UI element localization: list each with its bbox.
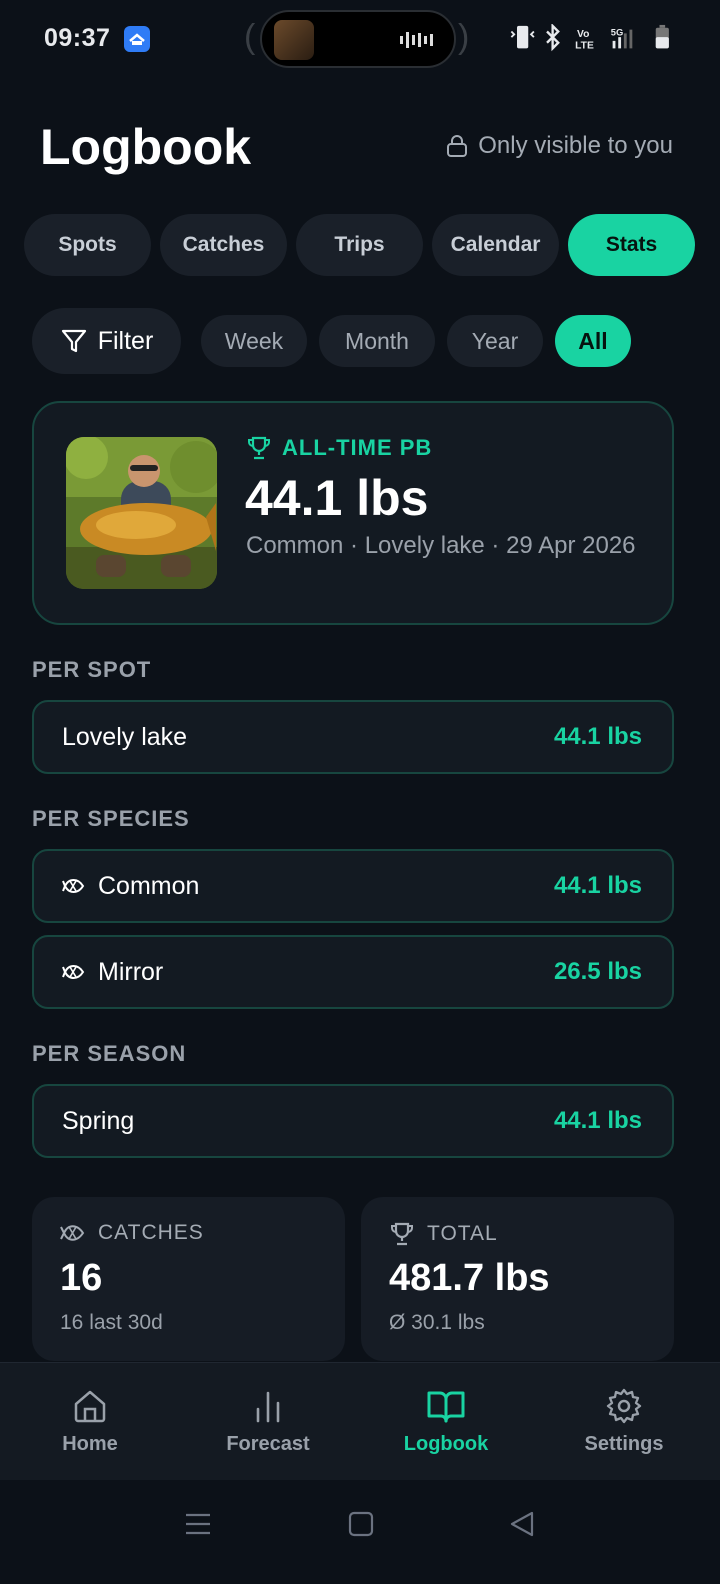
period-all[interactable]: All xyxy=(555,315,631,367)
lock-icon xyxy=(447,135,468,157)
volte-label: Vo xyxy=(577,29,589,40)
page-title: Logbook xyxy=(40,119,252,175)
species-name: Mirror xyxy=(98,957,164,986)
pb-weight: 44.1 lbs xyxy=(245,470,429,526)
spot-row[interactable]: Lovely lake 44.1 lbs xyxy=(32,700,674,774)
pb-label-row: ALL-TIME PB xyxy=(246,435,432,461)
home-square-icon[interactable] xyxy=(347,1510,375,1538)
svg-text:5G: 5G xyxy=(611,27,624,37)
nav-settings[interactable]: Settings xyxy=(534,1363,714,1481)
nav-forecast[interactable]: Forecast xyxy=(178,1363,358,1481)
tab-stats[interactable]: Stats xyxy=(568,214,695,276)
nav-home[interactable]: Home xyxy=(0,1363,180,1481)
nav-settings-label: Settings xyxy=(584,1433,664,1455)
filter-label: Filter xyxy=(97,326,154,355)
catch-photo xyxy=(66,437,217,589)
system-navigation-bar xyxy=(0,1480,720,1584)
species-name: Common xyxy=(98,871,200,900)
nav-forecast-label: Forecast xyxy=(226,1433,310,1455)
tab-catches[interactable]: Catches xyxy=(160,214,287,276)
nav-home-label: Home xyxy=(62,1433,118,1455)
nav-logbook[interactable]: Logbook xyxy=(356,1363,536,1481)
nav-logbook-label: Logbook xyxy=(403,1433,489,1455)
tab-trips[interactable]: Trips xyxy=(296,214,423,276)
back-triangle-icon[interactable] xyxy=(508,1510,536,1538)
fish-icon xyxy=(62,965,85,979)
period-filters: Filter Week Month Year All xyxy=(32,308,643,374)
section-per-species: PER SPECIES xyxy=(32,806,190,831)
trophy-icon xyxy=(391,1222,413,1246)
filter-button[interactable]: Filter xyxy=(32,308,181,374)
fish-icon xyxy=(60,1225,85,1241)
catches-count: 16 xyxy=(60,1257,103,1299)
gear-icon xyxy=(606,1388,642,1424)
visibility-indicator: Only visible to you xyxy=(446,132,673,160)
pb-label: ALL-TIME PB xyxy=(282,435,433,460)
tab-calendar[interactable]: Calendar xyxy=(432,214,559,276)
bottom-navigation: Home Forecast Logbook Settings xyxy=(0,1362,720,1480)
period-week[interactable]: Week xyxy=(201,315,307,367)
season-value: 44.1 lbs xyxy=(553,1107,642,1134)
season-name: Spring xyxy=(62,1106,135,1135)
species-row[interactable]: Common 44.1 lbs xyxy=(32,849,674,923)
pb-meta: Common · Lovely lake · 29 Apr 2026 xyxy=(246,532,636,559)
visibility-label: Only visible to you xyxy=(478,132,673,159)
period-year[interactable]: Year xyxy=(447,315,543,367)
status-bar: 09:37 ( ) Vo LTE 5G xyxy=(0,0,720,80)
personal-best-card[interactable]: ALL-TIME PB 44.1 lbs Common · Lovely lak… xyxy=(32,401,674,625)
species-row[interactable]: Mirror 26.5 lbs xyxy=(32,935,674,1009)
logbook-tabs: Spots Catches Trips Calendar Stats xyxy=(24,214,696,276)
species-value: 26.5 lbs xyxy=(553,958,642,985)
total-label: TOTAL xyxy=(427,1222,498,1245)
catches-sub: 16 last 30d xyxy=(60,1311,163,1334)
funnel-icon xyxy=(61,329,86,353)
section-per-season: PER SEASON xyxy=(32,1041,187,1066)
spot-name: Lovely lake xyxy=(62,722,188,751)
recents-menu-icon[interactable] xyxy=(184,1510,212,1538)
average-weight: Ø 30.1 lbs xyxy=(389,1311,485,1334)
total-stat-card[interactable]: TOTAL 481.7 lbs Ø 30.1 lbs xyxy=(361,1197,674,1361)
bar-chart-icon xyxy=(256,1391,280,1423)
island-bracket-left: ( xyxy=(244,18,256,56)
audio-wave-icon xyxy=(400,32,433,48)
total-weight: 481.7 lbs xyxy=(389,1257,550,1299)
album-art-icon xyxy=(274,20,314,60)
book-icon xyxy=(427,1391,465,1423)
svg-text:LTE: LTE xyxy=(575,40,594,51)
island-bracket-right: ) xyxy=(458,18,470,56)
home-icon xyxy=(74,1390,106,1423)
status-time: 09:37 xyxy=(44,24,111,52)
section-per-spot: PER SPOT xyxy=(32,657,152,682)
trophy-icon xyxy=(248,436,270,460)
system-status-icons: Vo LTE 5G xyxy=(510,24,669,51)
app-notification-icon xyxy=(124,26,150,52)
species-value: 44.1 lbs xyxy=(553,872,642,899)
fish-icon xyxy=(62,879,85,893)
catches-label: CATCHES xyxy=(98,1221,204,1244)
dynamic-island-media[interactable] xyxy=(260,10,456,68)
season-row[interactable]: Spring 44.1 lbs xyxy=(32,1084,674,1158)
spot-value: 44.1 lbs xyxy=(553,723,642,750)
catches-stat-card[interactable]: CATCHES 16 16 last 30d xyxy=(32,1197,345,1361)
tab-spots[interactable]: Spots xyxy=(24,214,151,276)
period-month[interactable]: Month xyxy=(319,315,435,367)
